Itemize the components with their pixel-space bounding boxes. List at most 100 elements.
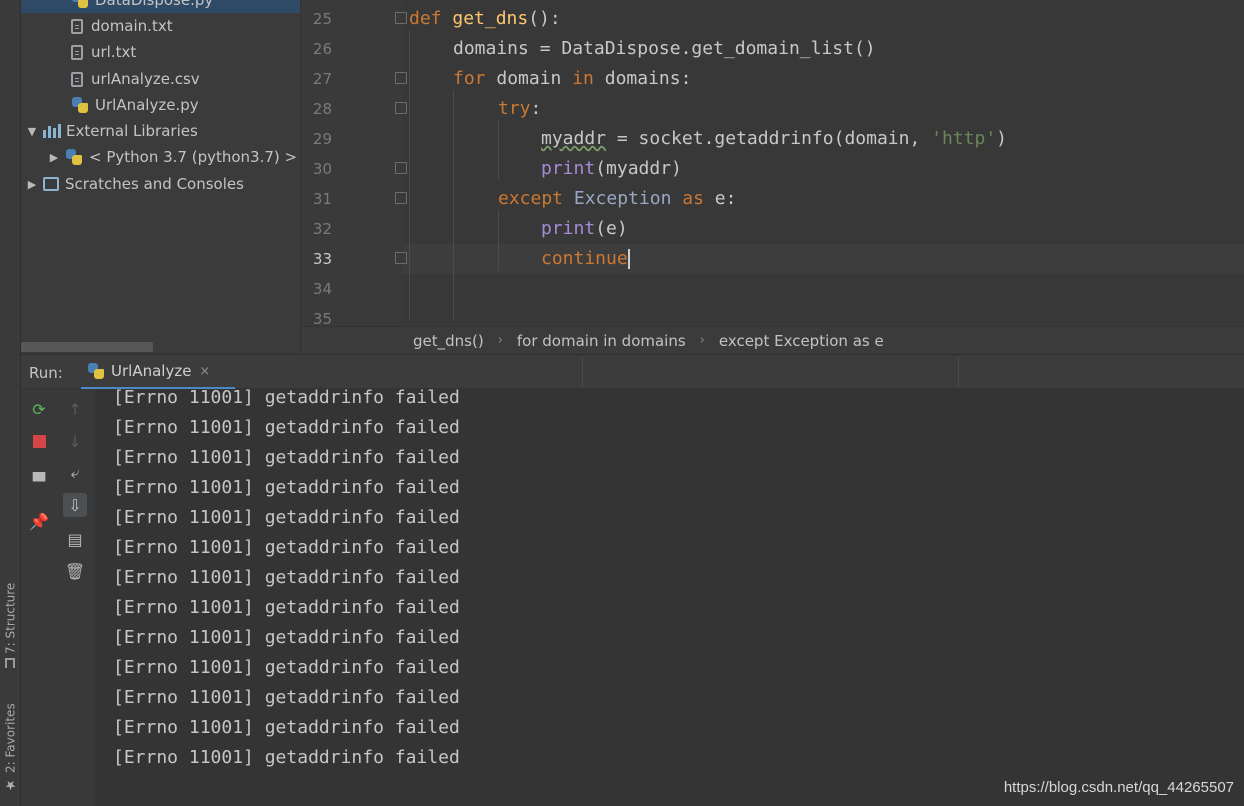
code-text: (myaddr) — [595, 158, 682, 179]
tree-item-label: domain.txt — [91, 17, 173, 35]
code-line-29: myaddr = socket.getaddrinfo(domain, 'htt… — [541, 124, 1007, 154]
code-line-26: domains = DataDispose.get_domain_list() — [453, 38, 876, 59]
tree-item-label: UrlAnalyze.py — [95, 96, 199, 114]
code-text: (): — [528, 8, 561, 29]
rerun-icon[interactable]: ⟳ — [27, 397, 51, 421]
code-builtin: print — [541, 158, 596, 179]
scratches-icon — [43, 177, 59, 191]
close-icon[interactable]: × — [199, 364, 210, 379]
console-line: [Errno 11001] getaddrinfo failed — [113, 567, 460, 588]
breadcrumb-item[interactable]: get_dns() — [413, 332, 484, 350]
tree-item-domain-txt[interactable]: domain.txt — [71, 13, 173, 39]
indent-guide — [498, 210, 499, 270]
code-keyword: for — [453, 68, 486, 89]
chevron-right-icon[interactable]: ▶ — [21, 178, 43, 191]
code-editor[interactable]: 25 26 27 28 29 30 31 32 33 34 35 def get… — [302, 0, 1244, 326]
line-number: 27 — [312, 70, 332, 88]
tree-item-external-libraries[interactable]: ▼ External Libraries — [21, 118, 198, 144]
fold-marker-icon[interactable] — [395, 162, 407, 174]
structure-tab-label: 7: Structure — [3, 582, 18, 654]
run-label: Run: — [29, 364, 63, 382]
chevron-down-icon[interactable]: ▼ — [21, 125, 43, 138]
horizontal-scrollbar[interactable] — [21, 342, 153, 352]
layout-icon[interactable]: ▀ — [27, 469, 51, 493]
stop-icon[interactable] — [27, 429, 51, 453]
divider — [958, 357, 959, 388]
tree-item-datadispose[interactable]: DataDispose.py — [21, 0, 300, 13]
python-run-icon — [87, 362, 105, 380]
line-number: 26 — [312, 40, 332, 58]
console-line: [Errno 11001] getaddrinfo failed — [113, 477, 460, 498]
soft-wrap-icon[interactable]: ⤶ — [63, 461, 87, 485]
line-number: 35 — [312, 310, 332, 326]
console-line: [Errno 11001] getaddrinfo failed — [113, 747, 460, 768]
print-icon[interactable]: ▤ — [63, 527, 87, 551]
code-text: e: — [703, 188, 737, 209]
line-number: 30 — [312, 160, 332, 178]
tree-item-urlanalyze-csv[interactable]: urlAnalyze.csv — [71, 66, 200, 92]
code-text: domain — [485, 68, 573, 89]
trash-icon[interactable]: 🗑 — [63, 559, 87, 583]
code-keyword: continue — [541, 248, 628, 269]
tree-item-label: < Python 3.7 (python3.7) > D — [89, 148, 301, 166]
tree-item-url-txt[interactable]: url.txt — [71, 39, 136, 65]
watermark-text: https://blog.csdn.net/qq_44265507 — [1003, 779, 1234, 796]
code-keyword: in — [572, 68, 594, 89]
favorites-tool-tab[interactable]: ★ 2: Favorites — [1, 698, 20, 792]
fold-marker-icon[interactable] — [395, 252, 407, 264]
code-function-name: get_dns — [452, 8, 529, 29]
breadcrumb-item[interactable]: for domain in domains — [517, 332, 686, 350]
pin-icon[interactable]: 📌 — [27, 509, 51, 533]
arrow-down-icon[interactable]: ↓ — [63, 429, 87, 453]
console-line: [Errno 11001] getaddrinfo failed — [113, 417, 460, 438]
console-output[interactable]: [Errno 11001] getaddrinfo failed [Errno … — [95, 389, 1244, 806]
code-text: : — [530, 98, 542, 119]
code-string: 'http' — [931, 128, 997, 149]
code-class-name: Exception — [563, 188, 683, 209]
favorites-tab-label: 2: Favorites — [3, 703, 18, 773]
scroll-to-end-icon[interactable]: ⇩ — [63, 493, 87, 517]
run-panel-header: Run: UrlAnalyze × — [21, 354, 1244, 390]
left-tool-strip: 7: Structure ★ 2: Favorites — [0, 0, 21, 806]
code-line-25: def get_dns(): — [409, 4, 561, 34]
line-number: 32 — [312, 220, 332, 238]
indent-guide — [498, 120, 499, 180]
breadcrumb-separator: › — [497, 333, 503, 348]
divider — [582, 357, 583, 388]
star-icon: ★ — [3, 777, 18, 792]
python-sdk-icon — [65, 148, 83, 166]
console-line: [Errno 11001] getaddrinfo failed — [113, 389, 460, 408]
code-text: (e) — [595, 218, 628, 239]
arrow-up-icon[interactable]: ↑ — [63, 397, 87, 421]
tree-item-python-sdk[interactable]: ▶ < Python 3.7 (python3.7) > D — [43, 144, 301, 170]
structure-tool-tab[interactable]: 7: Structure — [1, 572, 20, 668]
code-builtin: print — [541, 218, 596, 239]
line-number-current: 33 — [312, 250, 332, 268]
console-line: [Errno 11001] getaddrinfo failed — [113, 447, 460, 468]
fold-marker-icon[interactable] — [395, 192, 407, 204]
line-number: 25 — [312, 10, 332, 28]
fold-marker-icon[interactable] — [395, 12, 407, 24]
tree-item-label: urlAnalyze.csv — [91, 70, 200, 88]
python-file-icon — [71, 96, 89, 114]
run-tab-urlanalyze[interactable]: UrlAnalyze × — [81, 355, 235, 390]
fold-marker-icon[interactable] — [395, 102, 407, 114]
tree-item-label: url.txt — [91, 43, 137, 61]
tree-item-scratches[interactable]: ▶ Scratches and Consoles — [21, 171, 244, 197]
chevron-right-icon[interactable]: ▶ — [43, 151, 65, 164]
line-number: 34 — [312, 280, 332, 298]
python-file-icon — [71, 0, 89, 9]
console-line: [Errno 11001] getaddrinfo failed — [113, 687, 460, 708]
breadcrumb-item[interactable]: except Exception as e — [719, 332, 884, 350]
text-file-icon — [71, 44, 83, 60]
code-line-27: for domain in domains: — [453, 64, 691, 94]
code-text: domains: — [593, 68, 692, 89]
fold-marker-icon[interactable] — [395, 72, 407, 84]
tree-item-urlanalyze-py[interactable]: UrlAnalyze.py — [71, 92, 199, 118]
run-tab-label: UrlAnalyze — [111, 362, 192, 380]
console-line: [Errno 11001] getaddrinfo failed — [113, 537, 460, 558]
tree-item-label: DataDispose.py — [95, 0, 214, 9]
breadcrumb: get_dns() › for domain in domains › exce… — [302, 326, 1244, 354]
console-line: [Errno 11001] getaddrinfo failed — [113, 507, 460, 528]
project-tree-panel: DataDispose.py domain.txt url.txt urlAna… — [21, 0, 301, 352]
